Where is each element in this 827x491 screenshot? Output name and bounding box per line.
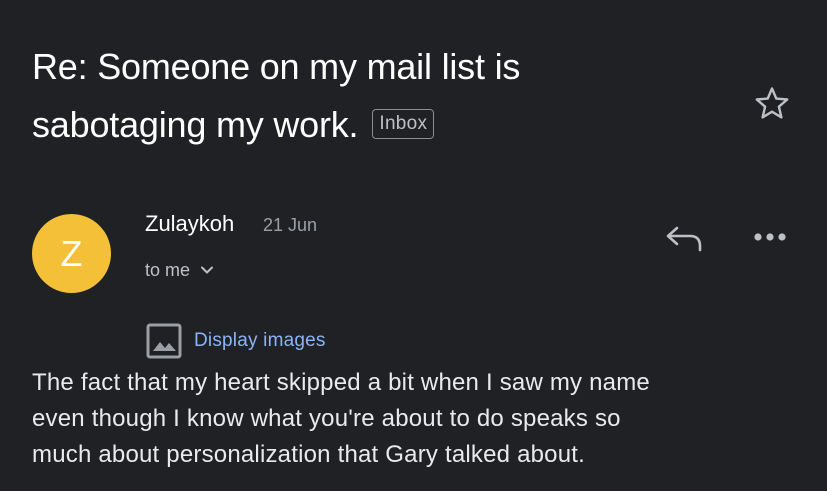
image-placeholder-icon [146, 323, 182, 359]
reply-icon[interactable] [664, 222, 704, 254]
more-options-icon[interactable] [752, 232, 788, 242]
sender-name[interactable]: Zulaykoh [145, 209, 234, 239]
sender-avatar[interactable]: Z [32, 214, 111, 293]
email-body: The fact that my heart skipped a bit whe… [32, 365, 812, 473]
recipient-toggle[interactable]: to me [145, 257, 214, 283]
subject-line-2-text: sabotaging my work. [32, 104, 359, 145]
body-line-2: even though I know what you're about to … [32, 405, 621, 432]
inbox-label-badge[interactable]: Inbox [372, 109, 435, 140]
recipient-text: to me [145, 260, 191, 280]
chevron-down-icon [201, 266, 214, 274]
subject-line-2: sabotaging my work. Inbox [32, 96, 672, 154]
email-date: 21 Jun [263, 215, 318, 235]
body-line-1: The fact that my heart skipped a bit whe… [32, 369, 650, 396]
subject-line-1: Re: Someone on my mail list is [32, 46, 521, 87]
star-icon[interactable] [752, 84, 792, 124]
display-images-link[interactable]: Display images [194, 328, 326, 354]
email-subject: Re: Someone on my mail list is sabotagin… [32, 38, 672, 154]
body-line-3: much about personalization that Gary tal… [32, 441, 585, 468]
email-view: Re: Someone on my mail list is sabotagin… [0, 0, 827, 491]
